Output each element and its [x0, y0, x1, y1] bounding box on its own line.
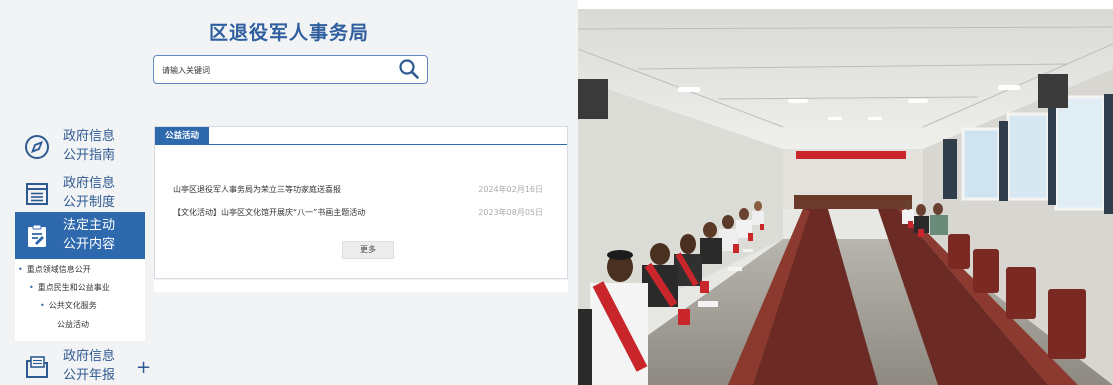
nav-item-annual-report[interactable]: 政府信息 公开年报 + [15, 343, 151, 385]
subnav-item-charity[interactable]: 公益活动 [57, 319, 89, 330]
compass-icon [25, 135, 49, 159]
nav-item-mandatory-content[interactable]: 法定主动 公开内容 [15, 212, 145, 259]
more-button[interactable]: 更多 [342, 241, 394, 259]
nav-label: 政府信息 公开制度 [63, 176, 116, 210]
search-box [153, 55, 428, 84]
clipboard-edit-icon [28, 224, 46, 247]
expand-plus-icon[interactable]: + [136, 357, 151, 378]
list-item[interactable]: 山亭区退役军人事务局为荣立三等功家庭送喜报 2024年02月16日 [173, 184, 543, 198]
nav-item-system[interactable]: 政府信息 公开制度 [15, 170, 145, 218]
tab-charity[interactable]: 公益活动 [155, 127, 210, 145]
nav-item-guide[interactable]: 政府信息 公开指南 [15, 123, 145, 171]
site-title: 区退役军人事务局 [208, 22, 369, 44]
meeting-room-photo [578, 9, 1113, 385]
search-input[interactable] [162, 62, 392, 78]
folder-report-icon [26, 356, 48, 378]
content-panel: 公益活动 山亭区退役军人事务局为荣立三等功家庭送喜报 2024年02月16日 【… [154, 126, 568, 279]
news-title[interactable]: 【文化活动】山亭区文化馆开展庆“八一”书画主题活动 [173, 207, 365, 218]
gov-info-page: 区退役军人事务局 政府信息公开指南 政府信息公开制度 [0, 0, 578, 385]
subnav-item-key-areas[interactable]: • 重点领域信息公开 [18, 264, 91, 275]
document-list-icon [26, 183, 48, 205]
nav-label: 法定主动 公开内容 [63, 218, 116, 252]
panel-bottom-strip [154, 280, 568, 292]
subnav-tree: • 重点领域信息公开 • 重点民生和公益事业 • 公共文化服务 公益活动 [15, 259, 145, 341]
nav-label: 政府信息 公开年报 [63, 349, 116, 383]
subnav-item-livelihood[interactable]: • 重点民生和公益事业 [29, 282, 110, 293]
nav-label: 政府信息 公开指南 [63, 129, 116, 163]
search-icon[interactable] [398, 58, 420, 80]
news-date: 2024年02月16日 [478, 185, 543, 194]
news-date: 2023年08月05日 [478, 208, 543, 217]
list-item[interactable]: 【文化活动】山亭区文化馆开展庆“八一”书画主题活动 2023年08月05日 [173, 207, 543, 221]
event-photo [578, 9, 1113, 385]
subnav-item-public-culture[interactable]: • 公共文化服务 [40, 300, 97, 311]
news-title[interactable]: 山亭区退役军人事务局为荣立三等功家庭送喜报 [173, 184, 341, 195]
panel-header: 公益活动 [155, 127, 567, 145]
